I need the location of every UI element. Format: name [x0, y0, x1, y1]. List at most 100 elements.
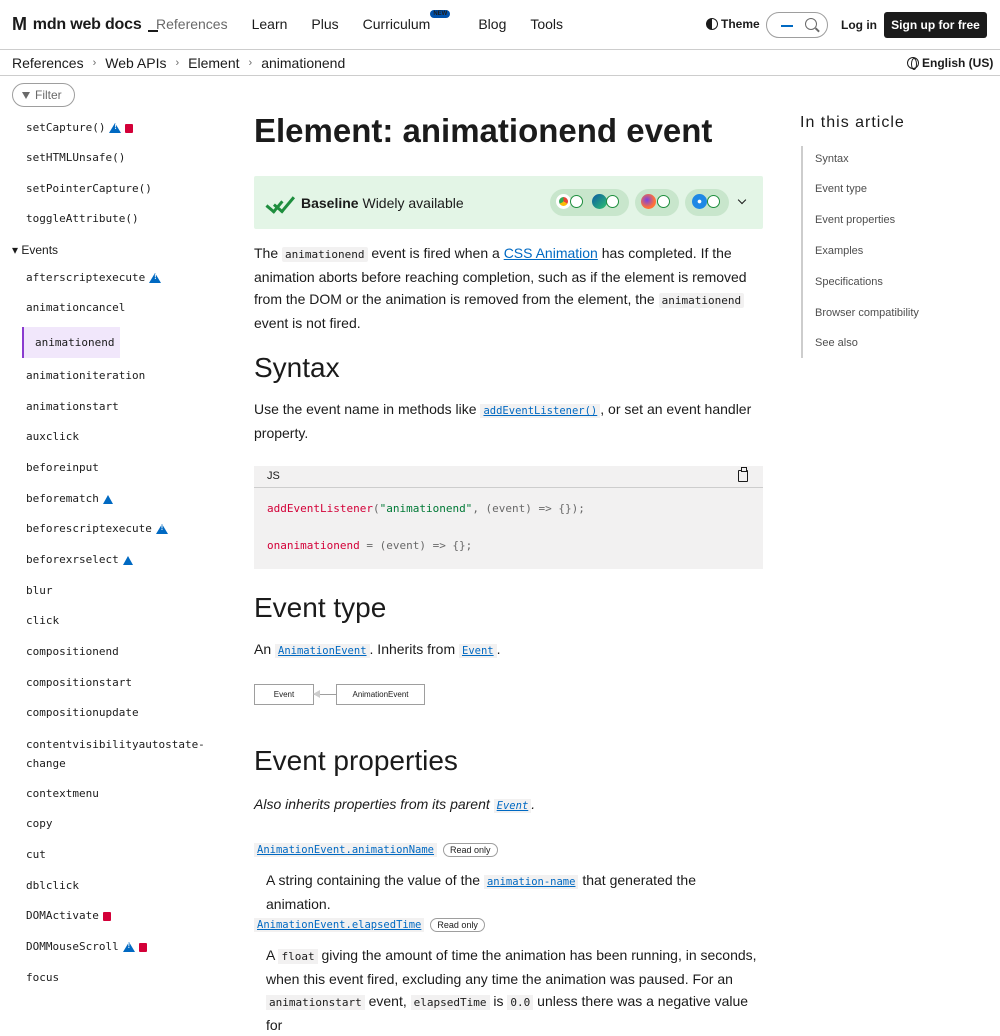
login-link[interactable]: Log in — [841, 18, 877, 32]
animationname-link[interactable]: AnimationEvent.animationName — [254, 843, 438, 857]
language-switcher[interactable]: English (US) — [907, 56, 993, 70]
mdn-logo[interactable]: M mdn web docs — [12, 14, 158, 35]
sidebar-item[interactable]: DOMActivate — [26, 909, 111, 922]
search-button[interactable] — [766, 12, 828, 38]
nav-plus[interactable]: Plus — [311, 16, 338, 32]
sidebar-item[interactable]: cut — [26, 848, 46, 861]
copy-icon[interactable] — [738, 467, 748, 482]
sidebar-item[interactable]: beforematch — [26, 492, 113, 505]
filter-icon — [22, 91, 30, 99]
sidebar-item-label: beforescriptexecute — [26, 522, 152, 535]
chevron-down-icon[interactable] — [737, 195, 747, 205]
breadcrumb-web-apis[interactable]: Web APIs — [105, 55, 166, 71]
sidebar-item-label: beforexrselect — [26, 553, 119, 566]
sidebar-item[interactable]: beforexrselect — [26, 553, 133, 566]
baseline-bold: Baseline — [301, 195, 359, 211]
sidebar-item[interactable]: focus — [26, 971, 59, 984]
chevron-right-icon: › — [92, 57, 97, 69]
inline-code: 0.0 — [507, 995, 534, 1010]
baseline-banner[interactable]: Baseline Widely available — [254, 176, 763, 229]
sidebar-item[interactable]: setHTMLUnsafe() — [26, 151, 125, 164]
sidebar-item[interactable]: setPointerCapture() — [26, 182, 152, 195]
chrome-icon — [556, 194, 571, 209]
event-parent-link[interactable]: Event — [493, 799, 532, 813]
sidebar-item[interactable]: DOMMouseScroll — [26, 940, 147, 953]
sidebar-item[interactable]: animationiteration — [26, 369, 145, 382]
mdn-m-icon: M — [12, 14, 27, 34]
inheritance-box-animationevent[interactable]: AnimationEvent — [336, 684, 425, 705]
sidebar-item[interactable]: beforescriptexecute — [26, 522, 168, 535]
sidebar-item[interactable]: afterscriptexecute — [26, 271, 162, 284]
code-header: JS — [254, 466, 763, 488]
sidebar-item[interactable]: dblclick — [26, 879, 79, 892]
sidebar-item[interactable]: beforeinput — [26, 461, 99, 474]
toc-item-specifications[interactable]: Specifications — [815, 276, 883, 288]
breadcrumb-animationend[interactable]: animationend — [261, 55, 345, 71]
sidebar-group-events[interactable]: ▾ Events — [12, 243, 58, 257]
globe-icon — [907, 57, 919, 70]
toc-item-browser-compatibility[interactable]: Browser compatibility — [815, 307, 919, 319]
sidebar-item[interactable]: setCapture() — [26, 121, 134, 134]
table-of-contents: Syntax Event type Event properties Examp… — [801, 146, 981, 358]
edge-icon — [592, 194, 607, 209]
event-type-paragraph: An AnimationEvent. Inherits from Event. — [254, 638, 764, 662]
sidebar-filter-button[interactable]: Filter — [12, 83, 75, 107]
event-properties-heading: Event properties — [254, 745, 458, 776]
sidebar-item[interactable]: animationstart — [26, 400, 119, 413]
code-example: JS addEventListener("animationend", (eve… — [254, 466, 763, 569]
new-badge: NEW — [430, 10, 451, 18]
signup-button[interactable]: Sign up for free — [884, 12, 987, 38]
sidebar-item[interactable]: click — [26, 614, 59, 627]
toc-item-syntax[interactable]: Syntax — [815, 153, 849, 165]
sidebar-item[interactable]: toggleAttribute() — [26, 212, 139, 225]
animationevent-link[interactable]: AnimationEvent — [275, 644, 370, 658]
nav-curriculum[interactable]: Curriculum NEW — [363, 10, 455, 32]
text: A — [266, 947, 275, 963]
sidebar-item[interactable]: animationcancel — [26, 301, 125, 314]
warning-icon — [122, 942, 135, 952]
logo-text: mdn web docs — [32, 15, 142, 33]
toc-item-event-type[interactable]: Event type — [815, 183, 867, 195]
text: giving the amount of time the animation … — [266, 947, 757, 987]
sidebar-item-selected[interactable]: animationend — [22, 327, 120, 358]
code-token-rest: = (event) => {}; — [359, 539, 473, 552]
sidebar-item[interactable]: compositionupdate — [26, 706, 139, 719]
css-animation-link[interactable]: CSS Animation — [504, 245, 598, 261]
nav-blog[interactable]: Blog — [478, 16, 506, 32]
sidebar-item[interactable]: auxclick — [26, 430, 79, 443]
sidebar-item[interactable]: blur — [26, 584, 53, 597]
text: An — [254, 641, 272, 657]
breadcrumb-element[interactable]: Element — [188, 55, 239, 71]
text: is — [493, 993, 504, 1009]
sidebar-item[interactable]: compositionend — [26, 645, 119, 658]
nav-references[interactable]: References — [156, 16, 228, 32]
nav-learn[interactable]: Learn — [252, 16, 288, 32]
sidebar: setCapture() setHTMLUnsafe() setPointerC… — [0, 110, 220, 1000]
property-description: A string containing the value of the ani… — [266, 869, 764, 915]
sidebar-item[interactable]: copy — [26, 817, 53, 830]
filter-label: Filter — [35, 88, 62, 102]
sidebar-item[interactable]: contentvisibilityautostate-change — [26, 735, 206, 773]
toc-item-see-also[interactable]: See also — [815, 337, 858, 349]
check-icon — [657, 195, 670, 208]
firefox-icon — [641, 194, 656, 209]
event-link[interactable]: Event — [459, 644, 497, 658]
theme-button[interactable]: Theme — [706, 17, 760, 31]
breadcrumb-references[interactable]: References — [12, 55, 84, 71]
baseline-label: Baseline Widely available — [301, 195, 464, 211]
read-only-badge: Read only — [443, 843, 498, 857]
main-nav: References Learn Plus Curriculum NEW Blog… — [156, 10, 587, 32]
elapsedtime-link[interactable]: AnimationEvent.elapsedTime — [254, 918, 425, 932]
animation-name-link[interactable]: animation-name — [483, 875, 579, 889]
sidebar-item-label: DOMMouseScroll — [26, 940, 119, 953]
addeventlistener-link[interactable]: addEventListener() — [480, 404, 601, 418]
sidebar-item[interactable]: contextmenu — [26, 787, 99, 800]
sidebar-item[interactable]: compositionstart — [26, 676, 132, 689]
nav-tools[interactable]: Tools — [530, 16, 563, 32]
text: . — [496, 641, 501, 657]
inheritance-box-event[interactable]: Event — [254, 684, 314, 705]
toc-item-examples[interactable]: Examples — [815, 245, 863, 257]
toc-item-event-properties[interactable]: Event properties — [815, 214, 895, 226]
text: The — [254, 245, 279, 261]
chevron-right-icon: › — [175, 57, 180, 69]
